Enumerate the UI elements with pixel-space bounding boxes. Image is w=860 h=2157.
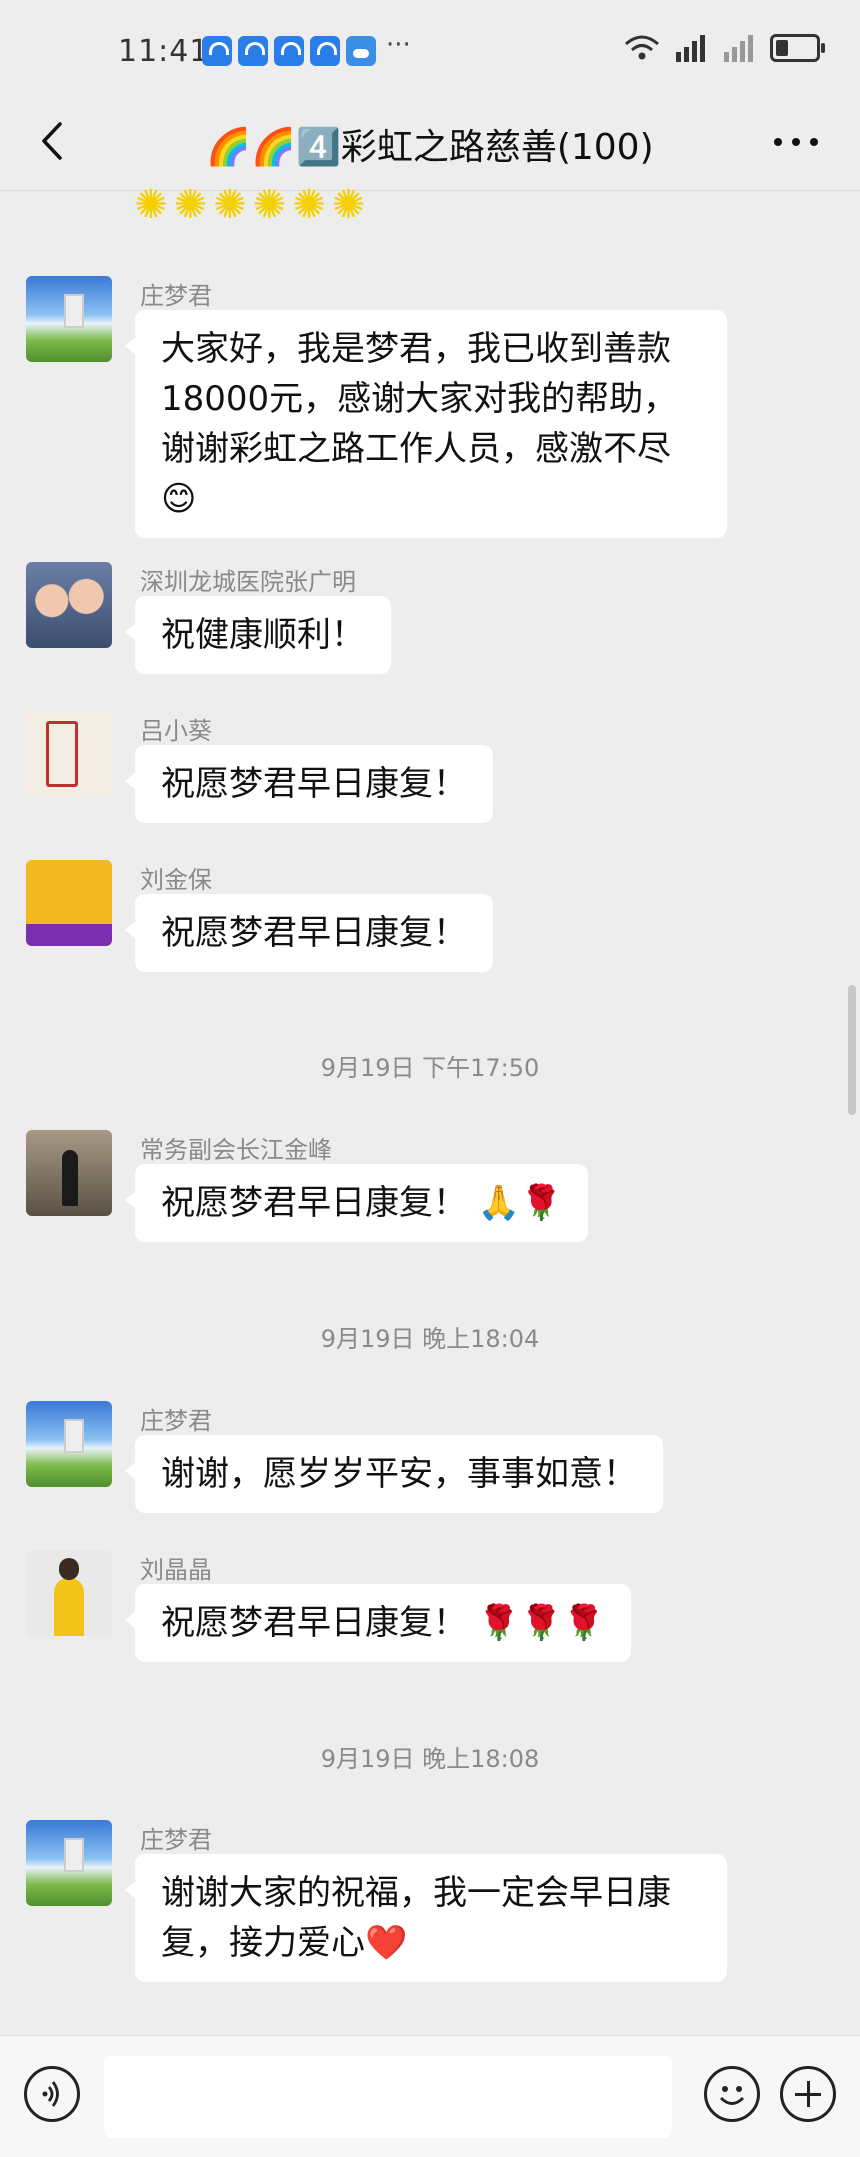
notification-icons xyxy=(202,36,376,66)
message-bubble[interactable]: 祝愿梦君早日康复！ xyxy=(125,745,493,823)
message-timestamp: 9月19日 下午17:50 xyxy=(320,1054,540,1082)
avatar[interactable] xyxy=(26,1550,112,1636)
weather-icon xyxy=(346,36,376,66)
message-bubble[interactable]: 谢谢大家的祝福，我一定会早日康复，接力爱心❤️ xyxy=(125,1854,727,1982)
voice-input-button[interactable] xyxy=(24,2066,80,2122)
app-notification-icon xyxy=(310,36,340,66)
message-bubble[interactable]: 祝愿梦君早日康复！ 🙏🌹 xyxy=(124,1164,589,1242)
message-timestamp: 9月19日 晚上18:08 xyxy=(320,1745,540,1773)
more-actions-button[interactable] xyxy=(780,2066,836,2122)
sender-name: 庄梦君 xyxy=(140,282,212,310)
sender-name: 庄梦君 xyxy=(140,1826,212,1854)
sender-name: 深圳龙城医院张广明 xyxy=(140,568,356,596)
message-bubble[interactable]: 谢谢，愿岁岁平安，事事如意！ xyxy=(125,1435,663,1513)
chat-header: 🌈🌈4️⃣彩虹之路慈善(100) xyxy=(0,100,860,191)
emoji-button[interactable] xyxy=(704,2066,760,2122)
smiley-icon xyxy=(720,2086,744,2105)
chat-title: 🌈🌈4️⃣彩虹之路慈善(100) xyxy=(206,127,654,168)
avatar[interactable] xyxy=(26,562,112,648)
sender-name: 刘晶晶 xyxy=(140,1556,212,1584)
app-notification-icon xyxy=(274,36,304,66)
sender-name: 刘金保 xyxy=(140,866,212,894)
scrollbar[interactable] xyxy=(848,985,856,1115)
wifi-icon xyxy=(625,35,659,60)
message-bubble[interactable]: 大家好，我是梦君，我已收到善款18000元，感谢大家对我的帮助，谢谢彩虹之路工作… xyxy=(125,310,727,538)
sticker-row: ✺✺✺✺✺✺ xyxy=(134,182,372,228)
avatar[interactable] xyxy=(26,276,112,362)
message-input-bar xyxy=(0,2035,860,2157)
app-notification-icon xyxy=(202,36,232,66)
signal-off-icon xyxy=(724,35,753,62)
message-bubble[interactable]: 祝愿梦君早日康复！ xyxy=(125,894,493,972)
message-bubble[interactable]: 祝健康顺利！ xyxy=(125,596,391,674)
avatar[interactable] xyxy=(26,1130,112,1216)
chat-message-list[interactable]: ✺✺✺✺✺✺ 庄梦君 大家好，我是梦君，我已收到善款18000元，感谢大家对我的… xyxy=(0,182,860,2035)
avatar[interactable] xyxy=(26,1401,112,1487)
sender-name: 吕小葵 xyxy=(140,717,212,745)
sender-name: 庄梦君 xyxy=(140,1407,212,1435)
voice-icon xyxy=(42,2081,59,2107)
avatar[interactable] xyxy=(26,860,112,946)
system-icons xyxy=(624,34,825,62)
message-bubble[interactable]: 祝愿梦君早日康复！ 🌹🌹🌹 xyxy=(125,1584,631,1662)
app-notification-icon xyxy=(238,36,268,66)
more-notifications-icon: ··· xyxy=(386,30,411,60)
battery-icon xyxy=(770,34,825,62)
avatar[interactable] xyxy=(26,711,112,797)
message-input[interactable] xyxy=(104,2056,672,2138)
status-bar: 11:41 ··· xyxy=(0,0,860,100)
signal-icon xyxy=(676,35,705,62)
more-options-icon[interactable] xyxy=(766,122,826,162)
message-timestamp: 9月19日 晚上18:04 xyxy=(320,1325,540,1353)
avatar[interactable] xyxy=(26,1820,112,1906)
status-time: 11:41 xyxy=(118,34,210,69)
sender-name: 常务副会长江金峰 xyxy=(140,1136,332,1164)
